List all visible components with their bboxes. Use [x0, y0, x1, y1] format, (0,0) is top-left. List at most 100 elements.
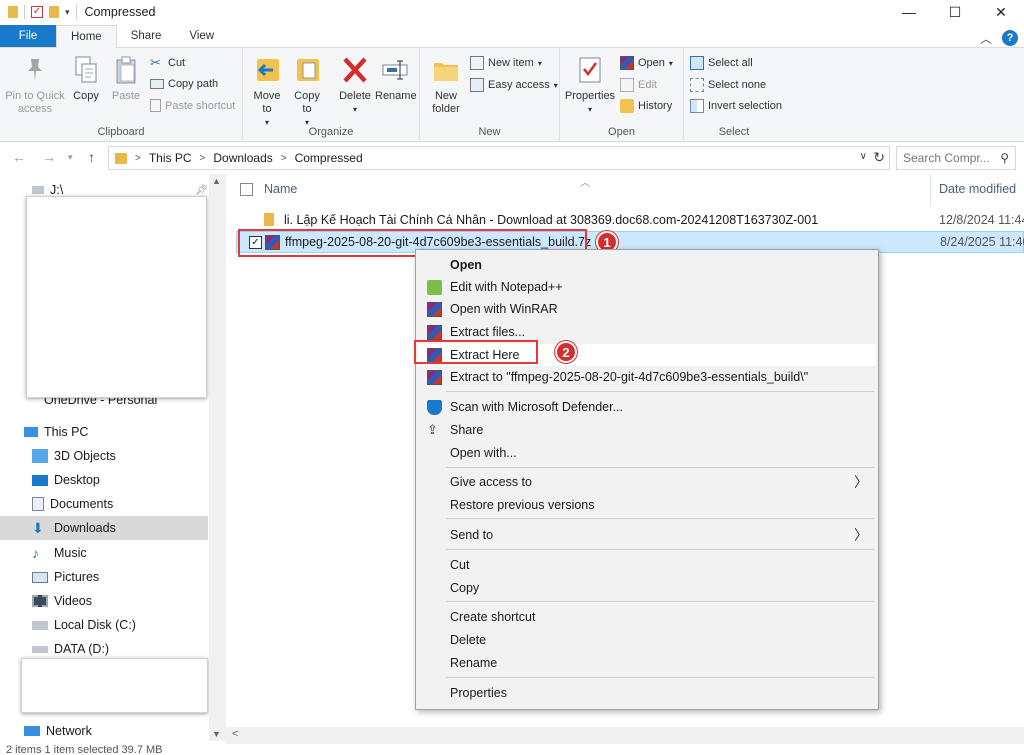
menu-item-share[interactable]: ⇪ Share	[418, 419, 876, 441]
nav-item-downloads[interactable]: ⬇ Downloads	[0, 516, 208, 540]
select-all-button[interactable]: Select all	[690, 56, 753, 70]
notepad-plus-icon	[427, 280, 442, 295]
edit-button[interactable]: Edit	[620, 78, 657, 92]
nav-item-network[interactable]: Network	[0, 719, 208, 743]
menu-item-restore-versions[interactable]: Restore previous versions	[418, 494, 876, 516]
chevron-down-icon[interactable]: ∨	[860, 151, 867, 162]
computer-icon	[24, 427, 38, 437]
redaction-box	[26, 196, 207, 398]
context-menu: Open Edit with Notepad++ Open with WinRA…	[415, 249, 879, 710]
ribbon: Pin to Quick access Copy Paste ✂ Cut Cop…	[0, 48, 1024, 142]
nav-scrollbar[interactable]: ▲ ▼	[209, 174, 226, 741]
column-header-name[interactable]: Name	[264, 182, 297, 196]
delete-button[interactable]: Delete ▾	[337, 52, 373, 116]
menu-item-extract-to[interactable]: Extract to "ffmpeg-2025-08-20-git-4d7c60…	[418, 366, 876, 388]
collapse-ribbon-icon[interactable]: ︿	[980, 30, 992, 47]
menu-item-delete[interactable]: Delete	[418, 629, 876, 651]
3d-objects-icon	[32, 449, 48, 463]
new-folder-icon	[430, 52, 462, 88]
nav-item-documents[interactable]: Documents	[0, 492, 208, 516]
nav-item-desktop[interactable]: Desktop	[0, 468, 208, 492]
search-icon: ⚲	[1000, 151, 1009, 165]
copy-path-button[interactable]: Copy path	[150, 78, 218, 90]
hard-drive-icon	[32, 645, 48, 653]
open-button[interactable]: Open ▾	[620, 56, 673, 70]
properties-check-icon[interactable]: ✓	[31, 6, 43, 18]
menu-separator	[446, 518, 874, 519]
select-none-button[interactable]: Select none	[690, 78, 766, 92]
nav-item-this-pc[interactable]: This PC	[0, 420, 208, 444]
scroll-down-icon[interactable]: ▼	[212, 729, 221, 739]
pin-quick-access-button[interactable]: Pin to Quick access	[4, 52, 66, 116]
recent-chevron-icon[interactable]: ▾	[68, 152, 73, 163]
select-all-icon	[690, 56, 704, 70]
menu-item-cut[interactable]: Cut	[418, 554, 876, 576]
invert-selection-button[interactable]: Invert selection	[690, 99, 782, 113]
paste-button[interactable]: Paste	[108, 52, 144, 103]
menu-item-edit-notepad[interactable]: Edit with Notepad++	[418, 276, 876, 298]
refresh-icon[interactable]: ↻	[873, 149, 885, 166]
breadcrumb-downloads[interactable]: Downloads	[213, 151, 272, 165]
menu-separator	[446, 391, 874, 392]
menu-item-copy[interactable]: Copy	[418, 577, 876, 599]
rename-icon	[379, 52, 411, 88]
nav-item-videos[interactable]: Videos	[0, 589, 208, 613]
documents-icon	[32, 497, 44, 511]
file-date: 12/8/2024 11:44	[939, 213, 1024, 227]
help-icon[interactable]: ?	[1002, 30, 1018, 46]
breadcrumb-this-pc[interactable]: This PC	[149, 151, 192, 165]
annotation-highlight-extract-here	[414, 340, 538, 364]
back-arrow-icon[interactable]: ←	[12, 149, 26, 165]
column-header-date[interactable]: Date modified	[939, 182, 1016, 196]
copy-to-button[interactable]: Copy to ▾	[289, 52, 325, 129]
copy-button[interactable]: Copy	[68, 52, 104, 103]
horizontal-scrollbar[interactable]: <	[226, 727, 1024, 744]
nav-item-local-disk-c[interactable]: Local Disk (C:)	[0, 613, 208, 637]
select-all-checkbox[interactable]	[240, 183, 253, 196]
minimize-button[interactable]: —	[886, 0, 932, 24]
scroll-left-icon[interactable]: <	[232, 728, 238, 740]
maximize-button[interactable]: ☐	[932, 0, 978, 24]
menu-item-open[interactable]: Open	[418, 254, 876, 276]
chevron-down-icon[interactable]: ▾	[65, 7, 70, 18]
tab-view[interactable]: View	[175, 25, 228, 47]
cut-button[interactable]: ✂ Cut	[150, 56, 185, 70]
table-row[interactable]: li. Lập Kế Hoạch Tài Chính Cá Nhân - Dow…	[236, 209, 1024, 231]
menu-item-give-access[interactable]: Give access to 〉	[418, 471, 876, 493]
menu-item-properties[interactable]: Properties	[418, 682, 876, 704]
nav-item-3d-objects[interactable]: 3D Objects	[0, 444, 208, 468]
tab-home[interactable]: Home	[56, 25, 117, 48]
breadcrumb-compressed[interactable]: Compressed	[295, 151, 363, 165]
drive-icon	[32, 186, 44, 194]
new-item-button[interactable]: New item ▾	[470, 56, 542, 70]
column-divider[interactable]	[930, 174, 931, 206]
up-arrow-icon[interactable]: ↑	[88, 149, 95, 165]
properties-button[interactable]: Properties ▾	[564, 52, 616, 116]
menu-item-open-with[interactable]: Open with...	[418, 442, 876, 464]
menu-item-send-to[interactable]: Send to 〉	[418, 524, 876, 546]
nav-item-music[interactable]: ♪ Music	[0, 541, 208, 565]
history-button[interactable]: History	[620, 99, 672, 113]
winrar-icon	[620, 56, 634, 70]
close-button[interactable]: ✕	[978, 0, 1024, 24]
menu-item-scan-defender[interactable]: Scan with Microsoft Defender...	[418, 396, 876, 418]
menu-item-open-winrar[interactable]: Open with WinRAR	[418, 298, 876, 320]
address-bar[interactable]: > This PC > Downloads > Compressed ∨ ↻	[108, 146, 890, 170]
menu-item-create-shortcut[interactable]: Create shortcut	[418, 606, 876, 628]
easy-access-button[interactable]: Easy access ▾	[470, 78, 558, 92]
new-folder-icon[interactable]	[49, 6, 59, 18]
nav-item-pictures[interactable]: Pictures	[0, 565, 208, 589]
forward-arrow-icon[interactable]: →	[42, 149, 56, 165]
rename-button[interactable]: Rename	[375, 52, 417, 103]
new-folder-button[interactable]: New folder	[426, 52, 466, 116]
move-to-button[interactable]: Move to ▾	[249, 52, 285, 129]
paste-shortcut-button[interactable]: Paste shortcut	[150, 99, 235, 112]
tab-share[interactable]: Share	[117, 25, 176, 47]
pin-icon	[19, 52, 51, 88]
search-input[interactable]: Search Compr... ⚲	[896, 146, 1016, 170]
menu-item-rename[interactable]: Rename	[418, 652, 876, 674]
folder-icon	[115, 152, 127, 164]
tab-file[interactable]: File	[0, 25, 56, 47]
scroll-up-icon[interactable]: ▲	[212, 176, 221, 186]
menu-separator	[446, 677, 874, 678]
